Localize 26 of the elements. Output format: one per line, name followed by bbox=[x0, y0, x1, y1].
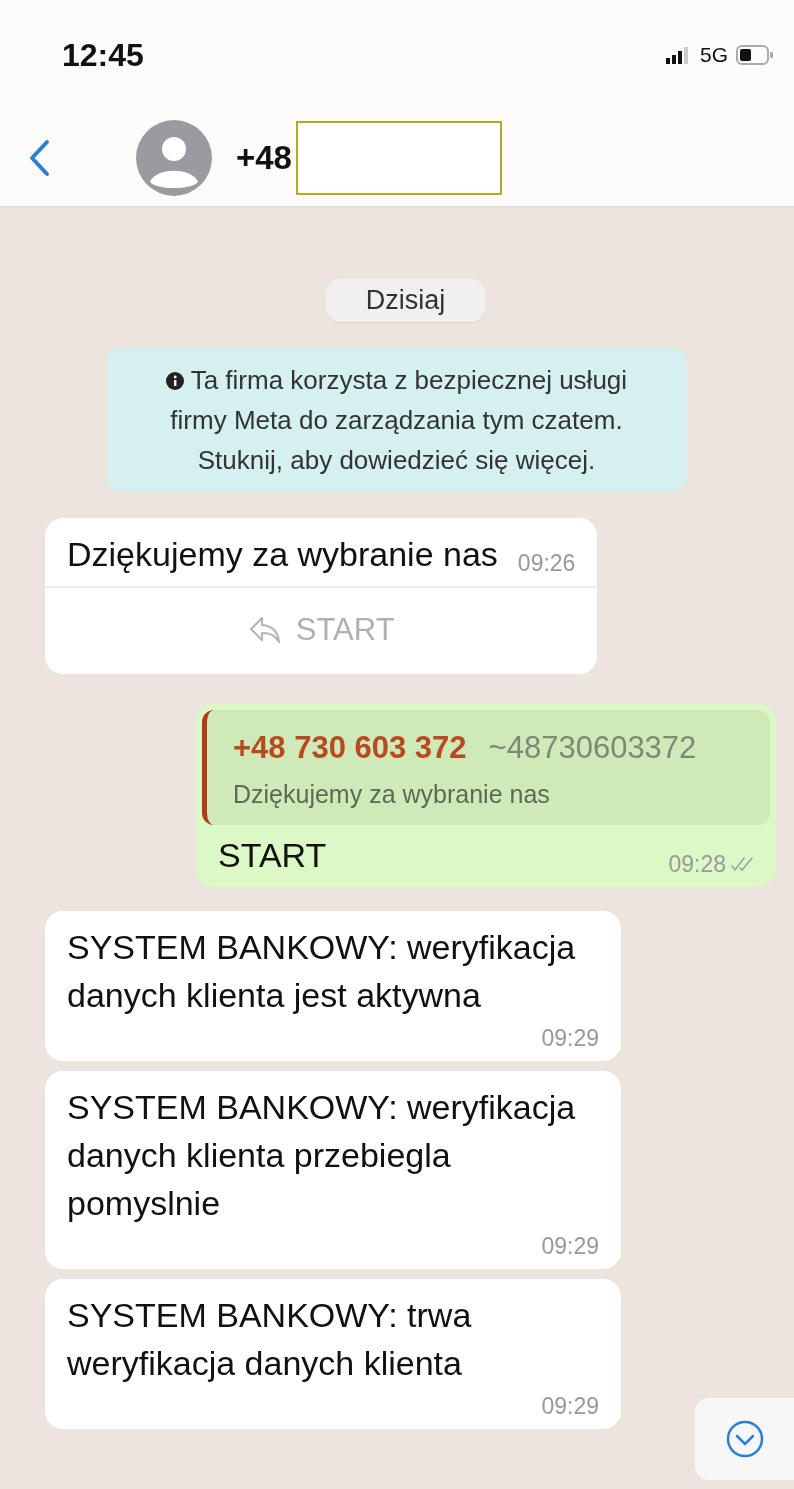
message-time: 09:28 bbox=[668, 850, 726, 879]
message-time: 09:29 bbox=[541, 1232, 599, 1261]
info-icon bbox=[165, 372, 184, 390]
quote-text: Dziękujemy za wybranie nas bbox=[233, 780, 551, 809]
message-text: SYSTEM BANKOWY: weryfikacja danych klienta przebiegla pomyslnie bbox=[67, 1087, 577, 1224]
clock-time: 12:45 bbox=[62, 36, 144, 74]
message-time: 09:29 bbox=[541, 1392, 599, 1421]
date-label: Dzisiaj bbox=[325, 279, 486, 322]
scroll-down-button[interactable] bbox=[695, 1398, 794, 1480]
message-text: START bbox=[218, 835, 327, 876]
chevron-down-icon bbox=[724, 1419, 765, 1459]
quoted-message[interactable]: +48 730 603 372 ~48730603372 Dziękujemy za wybranie nas bbox=[202, 710, 770, 825]
message-text: SYSTEM BANKOWY: weryfikacja danych klienta jest aktywna bbox=[67, 927, 577, 1016]
message-time: 09:26 bbox=[517, 549, 576, 578]
reply-icon bbox=[247, 615, 282, 645]
message-text: Dziękujemy za wybranie nas bbox=[67, 534, 498, 575]
battery-icon bbox=[736, 45, 774, 65]
quote-author: +48 730 603 372 bbox=[233, 730, 467, 766]
back-icon[interactable] bbox=[28, 139, 50, 177]
message-time: 09:29 bbox=[541, 1024, 599, 1053]
message-text: SYSTEM BANKOWY: trwa weryfikacja danych klienta bbox=[67, 1295, 473, 1384]
avatar-icon[interactable] bbox=[136, 120, 212, 196]
quote-handle: ~48730603372 bbox=[488, 730, 697, 766]
contact-name[interactable]: +48 bbox=[236, 139, 292, 177]
network-label: 5G bbox=[700, 43, 728, 67]
info-banner[interactable]: Ta firma korzysta z bezpiecznej usługi firmy Meta do zarządzania tym czatem. Stuknij, aby dowiedzieć się więcej. bbox=[106, 348, 687, 492]
